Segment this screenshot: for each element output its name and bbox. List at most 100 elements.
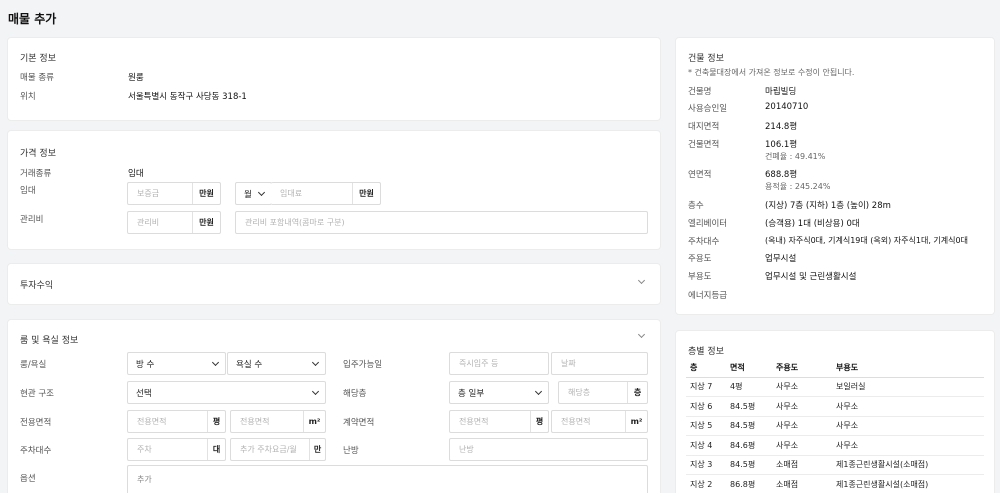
rent-placeholder: 임대료: [280, 189, 303, 198]
building-info-title: 건물 정보: [688, 54, 724, 64]
main-use-header: 주용도: [772, 358, 832, 378]
sub-use-value: 업무시설 및 근린생활시설: [765, 272, 857, 282]
sub-use-cell: 보일러실: [832, 377, 984, 397]
investment-card[interactable]: 투자수익: [8, 264, 660, 304]
date-placeholder: 날짜: [561, 359, 576, 368]
building-area-value: 106.1평: [765, 140, 798, 150]
area-cell: 84.5평: [726, 455, 772, 475]
parking-unit: 대: [207, 439, 225, 460]
options-label: 옵션: [20, 474, 36, 484]
contract-pyeong-placeholder: 전용면적: [459, 417, 489, 426]
entrance-select-value: 선택: [136, 388, 152, 399]
floor-cell: 지상 4: [686, 435, 726, 456]
heating-input[interactable]: 난방: [449, 438, 648, 461]
floor-select[interactable]: 층 일부: [449, 381, 549, 404]
sub-use-header: 부용도: [832, 358, 984, 378]
table-row: 지상 5 84.5평 사무소 사무소: [686, 416, 984, 436]
exclusive-pyeong-placeholder: 전용면적: [137, 417, 167, 426]
energy-grade-label: 에너지등급: [688, 291, 728, 301]
entrance-select[interactable]: 선택: [127, 381, 326, 404]
table-row: 지상 7 4평 사무소 보일러실: [686, 377, 984, 397]
parking-fee-placeholder: 추가 주차요금/월: [240, 445, 297, 454]
land-area-label: 대지면적: [688, 122, 720, 132]
contract-pyeong-input[interactable]: 전용면적 평: [449, 410, 549, 433]
floor-info-title: 층별 정보: [688, 347, 724, 357]
floors-value: (지상) 7층 (지하) 1층 (높이) 28m: [765, 201, 891, 211]
exclusive-area-label: 전용면적: [20, 418, 52, 428]
floor-placeholder: 해당층: [568, 388, 591, 397]
movein-label: 입주가능일: [343, 360, 383, 370]
chevron-down-icon[interactable]: [637, 330, 646, 339]
building-info-note: * 건축물대장에서 가져온 정보로 수정이 안됩니다.: [688, 68, 855, 77]
approval-date-label: 사용승인일: [688, 104, 728, 114]
rent-input[interactable]: 임대료 만원: [271, 182, 381, 205]
page-title: 매물 추가: [8, 12, 57, 26]
exclusive-sqm-input[interactable]: 전용면적 m²: [230, 410, 326, 433]
main-use-cell: 사무소: [772, 396, 832, 417]
building-parking-value: (옥내) 자주식0대, 기계식19대 (옥외) 자주식1대, 기계식0대: [765, 236, 968, 245]
investment-title: 투자수익: [20, 281, 54, 291]
contract-sqm-placeholder: 전용면적: [561, 417, 591, 426]
pyeong-unit: 평: [207, 411, 225, 432]
sub-use-cell: 사무소: [832, 396, 984, 417]
floor-select-value: 층 일부: [458, 388, 485, 399]
price-info-card: 가격 정보 거래종류 임대 임대 보증금 만원 월 임대료 만원 관리비 관리비…: [8, 131, 660, 249]
parking-input[interactable]: 주차 대: [127, 438, 226, 461]
parking-label: 주차대수: [20, 446, 52, 456]
floor-table-header: 층 면적 주용도 부용도: [686, 358, 984, 378]
table-row: 지상 2 86.8평 소매점 제1종근린생활시설(소매점): [686, 474, 984, 493]
fee-input[interactable]: 관리비 만원: [127, 211, 221, 234]
sub-use-cell: 사무소: [832, 435, 984, 456]
fee-detail-input[interactable]: 관리비 포함내역(콤마로 구분): [235, 211, 648, 234]
sub-use-cell: 사무소: [832, 416, 984, 436]
floors-label: 층수: [688, 201, 704, 211]
heating-placeholder: 난방: [459, 445, 474, 454]
contract-sqm-input[interactable]: 전용면적 m²: [551, 410, 648, 433]
floor-info-card: 층별 정보 층 면적 주용도 부용도 지상 7 4평 사무소 보일러실 지상 6…: [676, 331, 994, 493]
basic-info-title: 기본 정보: [20, 54, 56, 64]
movein-input[interactable]: 즉시입주 등: [449, 352, 549, 375]
total-area-label: 연면적: [688, 170, 712, 180]
movein-placeholder: 즉시입주 등: [459, 359, 499, 368]
table-row: 지상 3 84.5평 소매점 제1종근린생활시설(소매점): [686, 455, 984, 475]
floor-input[interactable]: 해당층 층: [558, 381, 648, 404]
contract-area-label: 계약면적: [343, 418, 375, 428]
rooms-select[interactable]: 방 수: [127, 352, 226, 375]
basic-info-card: 기본 정보 매물 종류 원룸 위치 서울특별시 동작구 사당동 318-1: [8, 38, 660, 120]
rent-label: 임대: [20, 186, 36, 196]
chevron-down-icon: [257, 188, 266, 196]
date-input[interactable]: 날짜: [551, 352, 648, 375]
options-textarea[interactable]: 추가: [127, 465, 648, 493]
rent-period-select[interactable]: 월: [235, 182, 272, 205]
floor-cell: 지상 2: [686, 474, 726, 493]
sqm-unit: m²: [625, 411, 647, 432]
floor-table: 층 면적 주용도 부용도 지상 7 4평 사무소 보일러실 지상 6 84.5평…: [686, 358, 984, 493]
parking-fee-input[interactable]: 추가 주차요금/월 만: [230, 438, 326, 461]
fee-placeholder: 관리비: [137, 218, 160, 227]
deal-type-value: 임대: [128, 169, 144, 179]
fee-label: 관리비: [20, 215, 44, 225]
baths-select[interactable]: 욕실 수: [227, 352, 326, 375]
sqm-unit: m²: [303, 411, 325, 432]
price-info-title: 가격 정보: [20, 149, 56, 159]
chevron-down-icon[interactable]: [637, 276, 646, 285]
room-bath-card: 룸 및 욕실 정보 룸/욕실 방 수 욕실 수 입주가능일 즉시입주 등 날짜 …: [8, 320, 660, 493]
area-cell: 84.6평: [726, 435, 772, 456]
deposit-unit: 만원: [192, 183, 220, 204]
options-placeholder: 추가: [137, 475, 152, 484]
rooms-baths-label: 룸/욕실: [20, 360, 47, 370]
land-area-value: 214.8평: [765, 122, 798, 132]
exclusive-pyeong-input[interactable]: 전용면적 평: [127, 410, 226, 433]
area-cell: 86.8평: [726, 474, 772, 493]
deposit-input[interactable]: 보증금 만원: [127, 182, 221, 205]
sub-use-label: 부용도: [688, 272, 712, 282]
chevron-down-icon: [311, 358, 320, 366]
pyeong-unit: 평: [530, 411, 548, 432]
location-label: 위치: [20, 92, 36, 102]
main-use-cell: 소매점: [772, 474, 832, 493]
building-area-label: 건물면적: [688, 140, 720, 150]
building-name-value: 마립빌딩: [765, 87, 797, 97]
area-cell: 4평: [726, 377, 772, 397]
parking-placeholder: 주차: [137, 445, 152, 454]
main-use-value: 업무시설: [765, 254, 797, 264]
